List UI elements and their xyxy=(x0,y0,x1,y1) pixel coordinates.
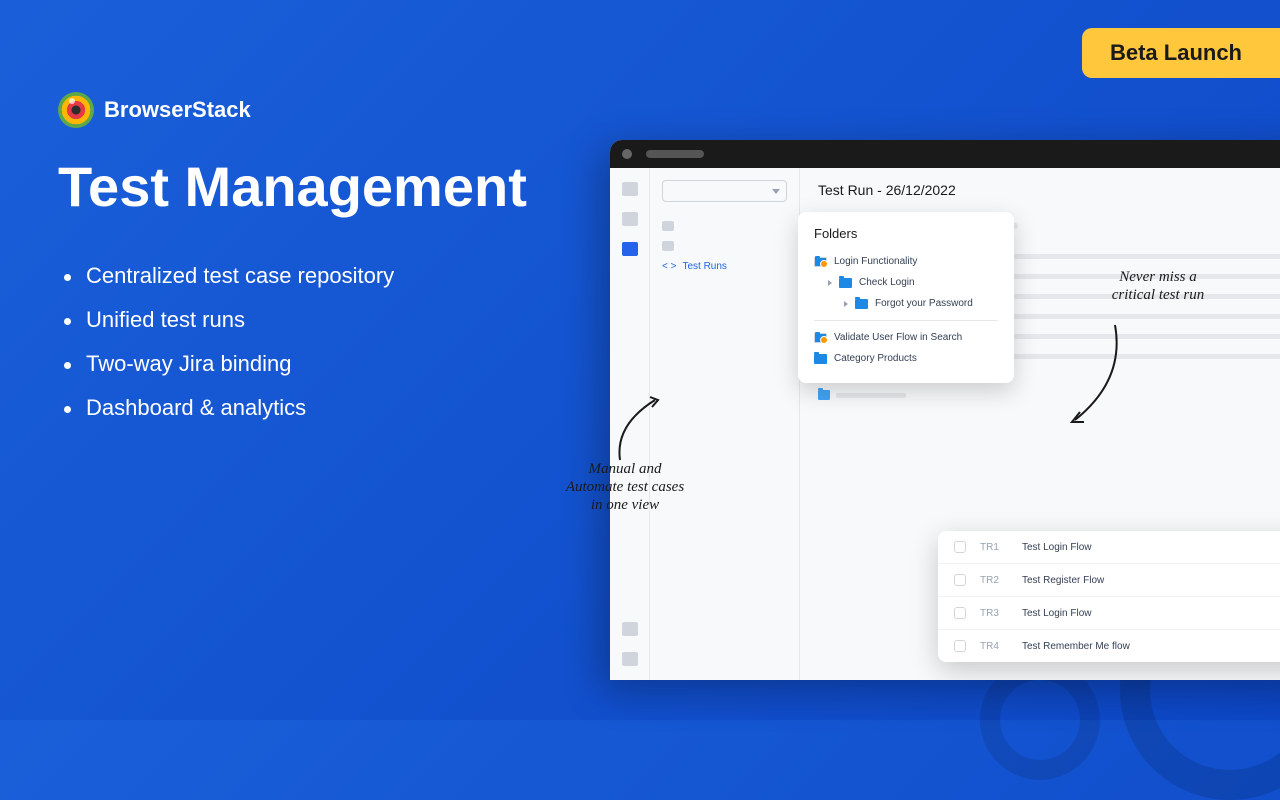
annotation-manual-automate: Manual and Automate test cases in one vi… xyxy=(560,460,690,514)
chevron-right-icon xyxy=(844,301,848,307)
folders-column: < >Test Runs xyxy=(650,168,800,680)
folders-popup-title: Folders xyxy=(798,226,1014,251)
result-name: Test Register Flow xyxy=(1022,575,1280,586)
page-title: Test Run - 26/12/2022 xyxy=(818,182,1280,198)
feature-item: Dashboard & analytics xyxy=(58,386,538,430)
result-row[interactable]: TR1 Test Login Flow Passed xyxy=(938,531,1280,564)
result-row[interactable]: TR3 Test Login Flow Retest xyxy=(938,597,1280,630)
sidebar-item-test-runs[interactable]: < >Test Runs xyxy=(662,256,787,277)
arrow-annotation-icon xyxy=(1060,320,1130,430)
result-row[interactable]: TR2 Test Register Flow Failed xyxy=(938,564,1280,597)
brand-name: BrowserStack xyxy=(104,97,251,123)
clipboard-icon[interactable] xyxy=(622,652,638,666)
folder-icon xyxy=(839,278,852,288)
brand-logo: BrowserStack xyxy=(58,92,538,128)
chart-icon[interactable] xyxy=(622,182,638,196)
traffic-light-icon xyxy=(622,149,632,159)
feature-item: Two-way Jira binding xyxy=(58,342,538,386)
feature-list: Centralized test case repository Unified… xyxy=(58,254,538,430)
annotation-critical-run: Never miss a critical test run xyxy=(1098,268,1218,304)
feature-item: Unified test runs xyxy=(58,298,538,342)
checkbox[interactable] xyxy=(954,607,966,619)
folder-item[interactable]: Forgot your Password xyxy=(798,293,1014,314)
code-icon[interactable] xyxy=(622,242,638,256)
divider xyxy=(814,320,998,321)
checkbox[interactable] xyxy=(954,574,966,586)
result-name: Test Login Flow xyxy=(1022,608,1280,619)
browserstack-logo-icon xyxy=(58,92,94,128)
project-selector[interactable] xyxy=(662,180,787,202)
folder-icon xyxy=(855,299,868,309)
folder-icon xyxy=(814,354,827,364)
result-name: Test Login Flow xyxy=(1022,542,1280,553)
folders-popup: Folders Login Functionality Check Login … xyxy=(798,212,1014,383)
checkbox[interactable] xyxy=(954,640,966,652)
chevron-down-icon xyxy=(772,189,780,194)
arrow-annotation-icon xyxy=(610,395,670,465)
app-mockup: < >Test Runs Test Run - 26/12/2022 Test … xyxy=(610,140,1280,680)
feature-item: Centralized test case repository xyxy=(58,254,538,298)
window-titlebar xyxy=(610,140,1280,168)
result-id: TR1 xyxy=(980,542,1008,553)
folder-item[interactable]: Category Products xyxy=(798,348,1014,369)
results-card: TR1 Test Login Flow Passed TR2 Test Regi… xyxy=(938,531,1280,662)
hero-title: Test Management xyxy=(58,156,538,218)
result-name: Test Remember Me flow xyxy=(1022,641,1280,652)
result-id: TR4 xyxy=(980,641,1008,652)
folder-gear-icon xyxy=(814,257,827,267)
result-id: TR2 xyxy=(980,575,1008,586)
result-row[interactable]: TR4 Test Remember Me flow Blocked xyxy=(938,630,1280,662)
folder-icon[interactable] xyxy=(622,212,638,226)
bars-icon xyxy=(662,221,674,231)
folder-icon xyxy=(818,390,830,400)
folder-row[interactable] xyxy=(818,385,906,405)
beta-badge: Beta Launch xyxy=(1082,28,1280,78)
folder-item[interactable]: Validate User Flow in Search xyxy=(798,327,1014,348)
result-id: TR3 xyxy=(980,608,1008,619)
checkbox[interactable] xyxy=(954,541,966,553)
folder-gear-icon xyxy=(814,333,827,343)
titlebar-placeholder xyxy=(646,150,704,158)
gear-icon[interactable] xyxy=(622,622,638,636)
chevron-right-icon xyxy=(828,280,832,286)
folder-icon xyxy=(662,241,674,251)
folder-item[interactable]: Check Login xyxy=(798,272,1014,293)
folder-item[interactable]: Login Functionality xyxy=(798,251,1014,272)
